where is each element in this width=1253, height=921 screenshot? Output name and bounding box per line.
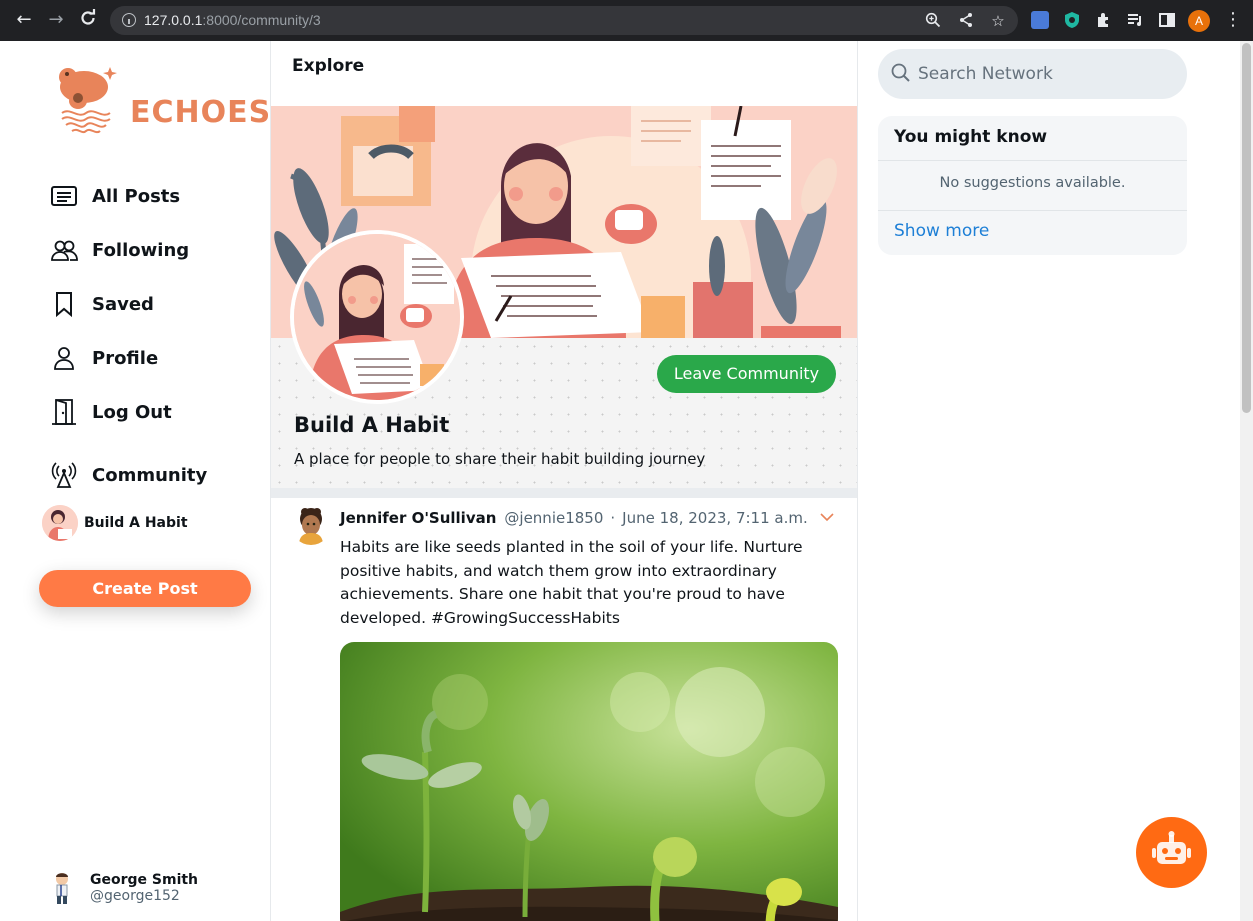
create-post-button[interactable]: Create Post xyxy=(39,570,251,607)
right-sidebar: You might know No suggestions available.… xyxy=(859,41,1205,921)
nav-all-posts[interactable]: All Posts xyxy=(50,181,180,211)
scrollbar-thumb[interactable] xyxy=(1242,43,1251,413)
share-icon[interactable] xyxy=(957,12,975,30)
nav-following[interactable]: Following xyxy=(50,235,189,265)
current-user-handle: @george152 xyxy=(90,888,180,904)
community-avatar xyxy=(290,230,464,404)
section-divider xyxy=(271,488,857,498)
page-scrollbar[interactable] xyxy=(1240,41,1253,921)
card-divider xyxy=(878,160,1187,161)
leave-community-button[interactable]: Leave Community xyxy=(657,355,836,393)
nav-label: Profile xyxy=(92,347,159,369)
user-icon xyxy=(54,347,74,370)
post-author-name[interactable]: Jennifer O'Sullivan xyxy=(340,509,496,527)
community-title: Build A Habit xyxy=(294,413,450,437)
nav-label: Community xyxy=(92,464,208,486)
broadcast-tower-icon xyxy=(51,462,77,488)
community-link-build-a-habit[interactable]: Build A Habit xyxy=(42,505,188,541)
post-list-icon xyxy=(51,186,77,206)
current-user-name: George Smith xyxy=(90,872,199,888)
nav-community[interactable]: Community xyxy=(50,460,207,490)
nav-label: Log Out xyxy=(92,401,172,423)
post-date: June 18, 2023, 7:11 a.m. xyxy=(622,509,808,527)
post-author-avatar[interactable] xyxy=(291,505,331,545)
you-might-know-card: You might know No suggestions available.… xyxy=(878,116,1187,255)
card-divider xyxy=(878,210,1187,211)
nav-log-out[interactable]: Log Out xyxy=(50,397,172,427)
brand-name: ECHOES xyxy=(130,95,272,130)
page-title: Explore xyxy=(292,56,365,76)
media-queue-icon[interactable] xyxy=(1126,11,1144,29)
search-input[interactable] xyxy=(918,60,1168,88)
nav-label: Saved xyxy=(92,293,154,315)
empty-suggestions-text: No suggestions available. xyxy=(939,175,1126,191)
site-info-icon[interactable] xyxy=(122,13,136,27)
show-more-link[interactable]: Show more xyxy=(894,221,989,241)
door-icon xyxy=(52,399,76,425)
nav-label: All Posts xyxy=(92,185,181,207)
post-body: Habits are like seeds planted in the soi… xyxy=(340,538,803,627)
robot-icon xyxy=(1152,831,1191,864)
meta-separator: · xyxy=(610,509,616,527)
chatbot-button[interactable] xyxy=(1136,817,1207,888)
post-author-handle[interactable]: @jennie1850 xyxy=(504,509,603,527)
kebab-menu-icon[interactable]: ⋮ xyxy=(1222,9,1244,31)
bookmark-icon xyxy=(56,292,72,318)
users-icon xyxy=(51,240,78,261)
post-image[interactable] xyxy=(340,642,838,921)
address-bar[interactable]: 127.0.0.1:8000/community/3 ☆ xyxy=(110,6,1018,35)
puzzle-extensions-icon[interactable] xyxy=(1095,11,1113,29)
main-feed: Explore Leave Community Build A Habit A … xyxy=(271,41,858,921)
side-panel-icon[interactable] xyxy=(1158,11,1176,29)
capybara-logo-icon xyxy=(59,67,117,134)
user-avatar xyxy=(56,873,68,904)
shield-extension-icon[interactable] xyxy=(1063,11,1081,29)
search-box[interactable] xyxy=(878,49,1187,99)
community-thumbnail xyxy=(42,505,78,541)
nav-saved[interactable]: Saved xyxy=(50,289,154,319)
chevron-down-icon[interactable] xyxy=(820,512,834,522)
url-text[interactable]: 127.0.0.1:8000/community/3 xyxy=(144,12,321,28)
forward-arrow-icon[interactable]: → xyxy=(45,9,67,31)
nav-label: Following xyxy=(92,239,190,261)
bookmark-star-icon[interactable]: ☆ xyxy=(989,12,1007,30)
back-arrow-icon[interactable]: ← xyxy=(13,9,35,31)
reload-icon[interactable] xyxy=(77,9,99,31)
echoes-logo[interactable]: ECHOES xyxy=(54,61,270,139)
search-icon xyxy=(891,63,910,82)
zoom-icon[interactable] xyxy=(924,12,942,30)
current-user-card[interactable]: George Smith @george152 xyxy=(48,871,198,905)
left-sidebar: ECHOES All Posts Following Saved Profile… xyxy=(0,41,271,921)
browser-profile-avatar[interactable]: A xyxy=(1188,10,1210,32)
translate-extension-icon[interactable] xyxy=(1031,11,1049,29)
nav-profile[interactable]: Profile xyxy=(50,343,158,373)
post-header: Jennifer O'Sullivan @jennie1850 · June 1… xyxy=(340,509,808,527)
community-link-label: Build A Habit xyxy=(84,515,188,531)
browser-toolbar: ← → 127.0.0.1:8000/community/3 ☆ A ⋮ xyxy=(0,0,1253,41)
community-description: A place for people to share their habit … xyxy=(294,450,706,468)
card-title: You might know xyxy=(894,127,1048,147)
